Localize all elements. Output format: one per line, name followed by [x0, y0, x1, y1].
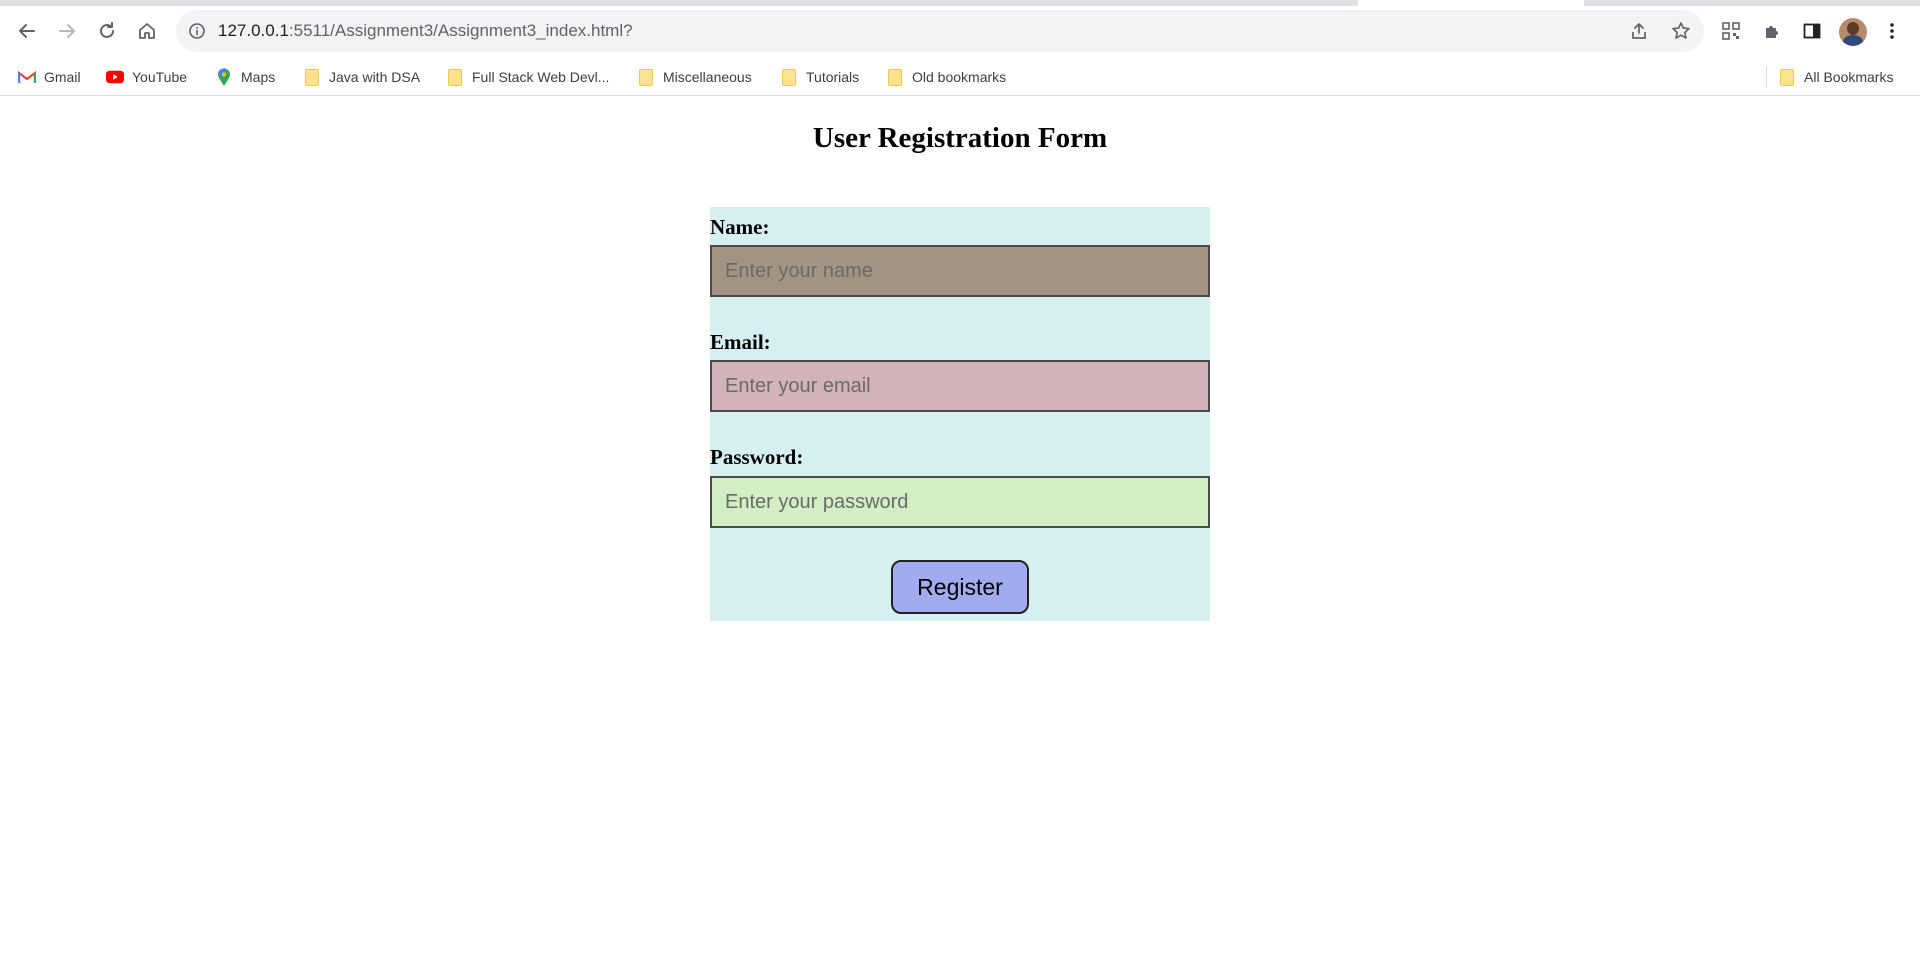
extensions-icon[interactable]: [1760, 19, 1784, 43]
more-menu-icon[interactable]: [1880, 19, 1904, 43]
bookmark-youtube[interactable]: YouTube: [106, 66, 187, 88]
back-button[interactable]: [10, 14, 44, 48]
url-text[interactable]: 127.0.0.1:5511/Assignment3/Assignment3_i…: [218, 21, 633, 41]
youtube-icon: [106, 68, 124, 86]
maps-icon: [215, 67, 233, 86]
bookmark-label: Miscellaneous: [663, 69, 752, 85]
email-label: Email:: [710, 330, 771, 354]
forward-button[interactable]: [50, 14, 84, 48]
name-label: Name:: [710, 215, 770, 239]
home-icon: [139, 23, 155, 39]
bookmark-folder-tutorials[interactable]: Tutorials: [780, 66, 859, 88]
site-info-icon[interactable]: [186, 20, 208, 42]
share-icon[interactable]: [1628, 20, 1650, 42]
name-input[interactable]: [710, 245, 1210, 297]
profile-avatar[interactable]: [1839, 18, 1867, 46]
bookmark-label: Old bookmarks: [912, 69, 1007, 85]
bookmark-label: Gmail: [44, 69, 81, 85]
bookmark-label: Maps: [241, 69, 276, 85]
bookmark-folder-miscellaneous[interactable]: Miscellaneous: [637, 66, 752, 88]
bookmark-label: YouTube: [132, 69, 188, 85]
home-button[interactable]: [130, 14, 164, 48]
bookmark-folder-java-with-dsa[interactable]: Java with DSA: [303, 66, 420, 88]
address-bar[interactable]: 127.0.0.1:5511/Assignment3/Assignment3_i…: [176, 10, 1704, 52]
registration-form: Name: Email: Password: Register: [710, 207, 1210, 621]
avatar-body: [1843, 35, 1863, 46]
all-bookmarks-label: All Bookmarks: [1804, 69, 1894, 85]
all-bookmarks-button[interactable]: All Bookmarks: [1778, 66, 1893, 88]
reload-button[interactable]: [90, 14, 124, 48]
bookmark-star-icon[interactable]: [1670, 20, 1692, 42]
register-button[interactable]: Register: [891, 560, 1029, 614]
page-title: User Registration Form: [812, 122, 1108, 154]
bookmark-folder-old-bookmarks[interactable]: Old bookmarks: [886, 66, 1006, 88]
side-panel-icon[interactable]: [1800, 19, 1824, 43]
qr-code-icon[interactable]: [1719, 19, 1743, 43]
browser-toolbar: 127.0.0.1:5511/Assignment3/Assignment3_i…: [0, 6, 1920, 56]
url-path: :5511/Assignment3/Assignment3_index.html…: [288, 21, 633, 40]
bookmark-label: Full Stack Web Devl...: [472, 69, 610, 85]
reload-icon: [100, 22, 114, 38]
page-content: User Registration Form Name: Email: Pass…: [0, 97, 1920, 980]
folder-icon: [446, 68, 464, 86]
bookmark-label: Java with DSA: [329, 69, 421, 85]
folder-icon: [780, 68, 798, 86]
password-input[interactable]: [710, 476, 1210, 528]
gmail-icon: [18, 68, 36, 86]
avatar-head: [1847, 22, 1859, 35]
bookmark-folder-full-stack[interactable]: Full Stack Web Devl...: [446, 66, 609, 88]
email-input[interactable]: [710, 360, 1210, 412]
url-host: 127.0.0.1: [218, 21, 289, 40]
bookmark-gmail[interactable]: Gmail: [18, 66, 81, 88]
password-label: Password:: [710, 445, 804, 469]
arrow-right-icon: [59, 24, 75, 38]
folder-icon: [1778, 68, 1796, 86]
arrow-left-icon: [19, 24, 35, 38]
bookmark-maps[interactable]: Maps: [215, 66, 275, 88]
bookmarks-divider: [1766, 66, 1767, 88]
folder-icon: [637, 68, 655, 86]
folder-icon: [886, 68, 904, 86]
bookmark-label: Tutorials: [806, 69, 860, 85]
folder-icon: [303, 68, 321, 86]
bookmarks-bar: Gmail YouTube Maps Java with DSA Full St…: [0, 56, 1920, 96]
